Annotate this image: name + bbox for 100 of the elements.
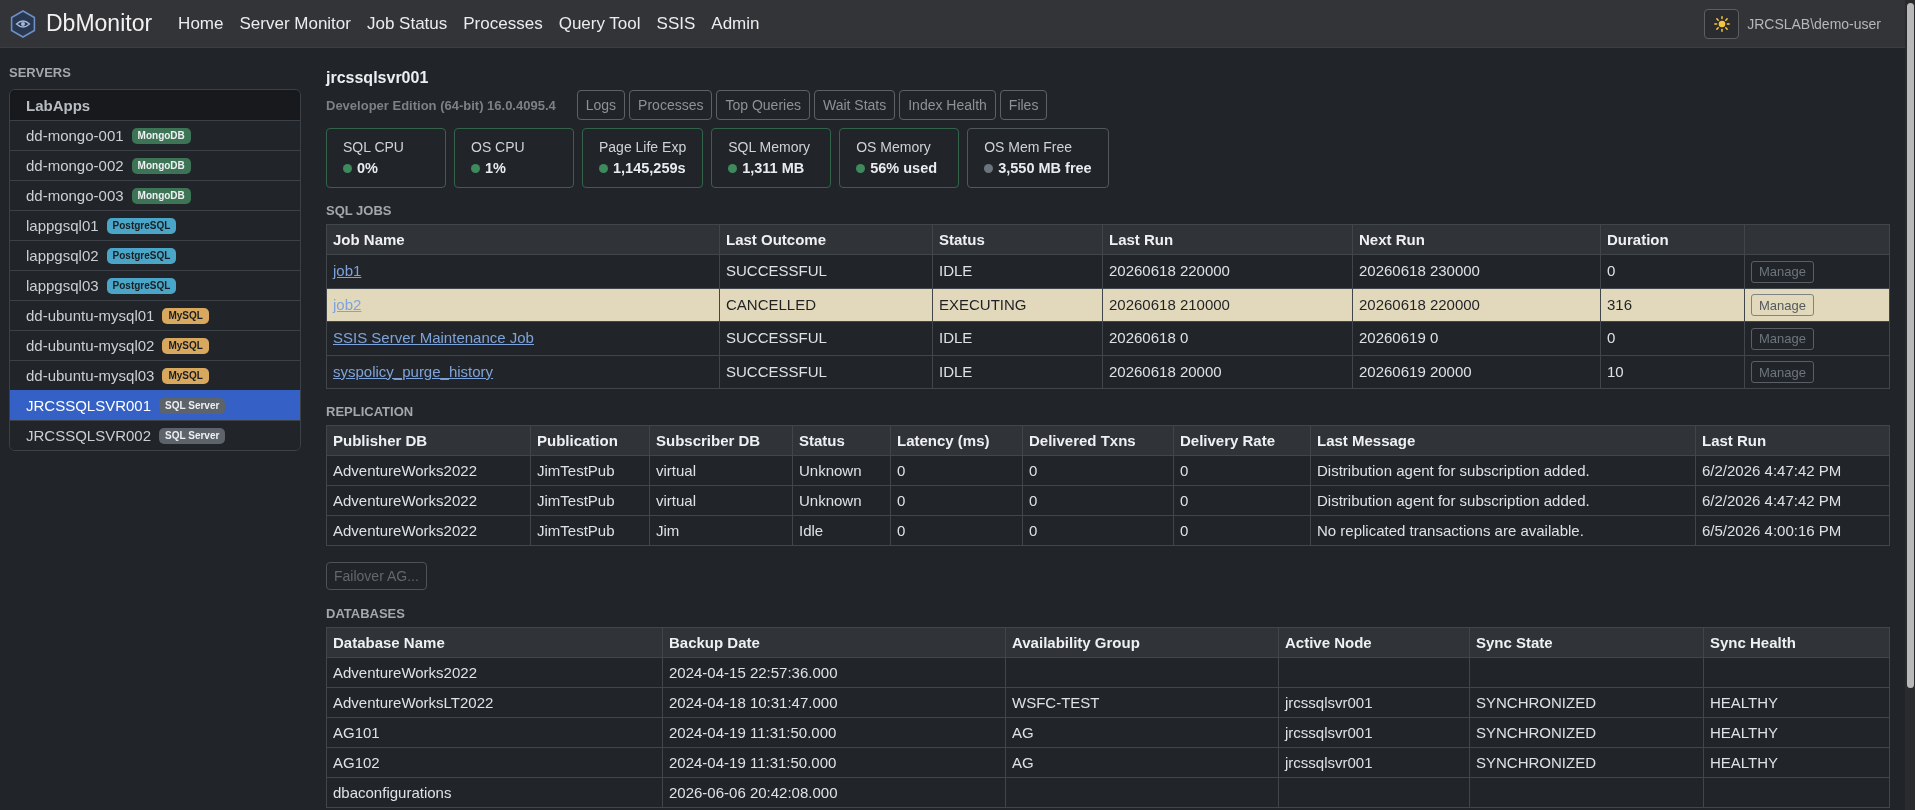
table-cell: 20260618 210000 — [1102, 288, 1353, 322]
column-header: Publisher DB — [326, 425, 531, 456]
table-cell: 20260618 220000 — [1102, 254, 1353, 288]
toolbar-button[interactable]: Logs — [576, 90, 626, 120]
nav-link[interactable]: SSIS — [648, 13, 704, 34]
nav-link[interactable]: Query Tool — [550, 13, 649, 34]
table-cell: 0 — [1022, 515, 1174, 546]
table-cell: AdventureWorks2022 — [326, 485, 531, 516]
nav-link[interactable]: Processes — [455, 13, 551, 34]
column-header: Subscriber DB — [649, 425, 793, 456]
table-cell: 20260618 230000 — [1352, 254, 1601, 288]
table-cell: 0 — [1173, 515, 1311, 546]
table-cell: 0 — [890, 455, 1023, 486]
scrollbar-thumb[interactable] — [1906, 3, 1914, 688]
server-type-badge: MySQL — [162, 307, 209, 324]
table-cell: WSFC-TEST — [1005, 687, 1279, 718]
toolbar-button[interactable]: Files — [999, 90, 1048, 120]
metric-label: OS CPU — [471, 139, 526, 156]
table-cell: Distribution agent for subscription added. — [1310, 455, 1696, 486]
table-cell: AdventureWorks2022 — [326, 657, 663, 688]
nav-link[interactable]: Home — [170, 13, 232, 34]
column-header: Status — [792, 425, 891, 456]
table-cell: 0 — [1022, 485, 1174, 516]
table-cell: AdventureWorks2022 — [326, 515, 531, 546]
table-cell: 0 — [1173, 455, 1311, 486]
job-link[interactable]: job1 — [333, 262, 362, 280]
server-type-badge: PostgreSQL — [106, 247, 177, 264]
table-cell: 10 — [1600, 355, 1745, 389]
sidebar-heading: SERVERS — [9, 65, 72, 81]
table-cell: SUCCESSFUL — [719, 254, 933, 288]
table-cell: dbaconfigurations — [326, 777, 663, 808]
column-header: Delivery Rate — [1173, 425, 1311, 456]
column-header: Database Name — [326, 627, 663, 658]
table-cell: virtual — [649, 455, 793, 486]
table-cell: 20260618 0 — [1102, 321, 1353, 355]
toolbar-button[interactable]: Top Queries — [716, 90, 810, 120]
table-cell: Distribution agent for subscription added. — [1310, 485, 1696, 516]
table-cell: 2024-04-19 11:31:50.000 — [662, 717, 1006, 748]
table-cell: IDLE — [932, 355, 1103, 389]
theme-toggle-button[interactable] — [1704, 8, 1740, 39]
table-cell: virtual — [649, 485, 793, 516]
column-header: Last Run — [1102, 224, 1353, 255]
server-item[interactable]: JRCSSQLSVR002 SQL Server — [10, 420, 300, 450]
table-cell: AG102 — [326, 747, 663, 778]
metric-value: 1,311 MB — [742, 159, 805, 177]
column-header: Delivered Txns — [1022, 425, 1174, 456]
column-header: Sync State — [1469, 627, 1704, 658]
metric-value: 3,550 MB free — [998, 159, 1092, 177]
table-cell: AG — [1005, 717, 1279, 748]
table-cell: 2024-04-18 10:31:47.000 — [662, 687, 1006, 718]
table-cell: 2024-04-15 22:57:36.000 — [662, 657, 1006, 688]
table-cell: Jim — [649, 515, 793, 546]
table-cell: 0 — [890, 485, 1023, 516]
column-header: Last Message — [1310, 425, 1696, 456]
section-heading: DATABASES — [326, 606, 406, 622]
table-cell: AdventureWorksLT2022 — [326, 687, 663, 718]
metric-value: 1,145,259s — [613, 159, 686, 177]
table-cell: 0 — [1600, 321, 1745, 355]
table-cell: IDLE — [932, 254, 1103, 288]
nav-link[interactable]: Server Monitor — [231, 13, 359, 34]
section-heading: SQL JOBS — [326, 203, 393, 219]
toolbar-button[interactable]: Processes — [629, 90, 713, 120]
table-cell: HEALTHY — [1703, 747, 1890, 778]
server-type-badge: MongoDB — [131, 157, 191, 174]
server-type-badge: MongoDB — [131, 187, 191, 204]
server-type-badge: MySQL — [162, 367, 209, 384]
metric-label: OS Memory — [856, 139, 932, 156]
table-cell: SYNCHRONIZED — [1469, 747, 1704, 778]
table-cell: 2024-04-19 11:31:50.000 — [662, 747, 1006, 778]
brand-name[interactable]: DbMonitor — [46, 10, 153, 37]
table-cell: SUCCESSFUL — [719, 355, 933, 389]
metric-label: SQL Memory — [728, 139, 812, 156]
table-cell: jrcssqlsvr001 — [1278, 687, 1470, 718]
table-cell: jrcssqlsvr001 — [1278, 747, 1470, 778]
column-header: Publication — [530, 425, 650, 456]
server-type-badge: MongoDB — [131, 127, 191, 144]
metric-label: SQL CPU — [343, 139, 405, 156]
table-cell: HEALTHY — [1703, 717, 1890, 748]
server-type-badge: SQL Server — [159, 397, 226, 414]
nav-link[interactable]: Admin — [703, 13, 768, 34]
table-cell: JimTestPub — [530, 485, 650, 516]
table-cell: Unknown — [792, 485, 891, 516]
table-cell: 0 — [890, 515, 1023, 546]
user-name: JRCSLAB\demo-user — [1747, 15, 1881, 32]
table-cell: 2026-06-06 20:42:08.000 — [662, 777, 1006, 808]
column-header: Backup Date — [662, 627, 1006, 658]
server-edition: Developer Edition (64-bit) 16.0.4095.4 — [326, 97, 556, 113]
table-cell: 0 — [1600, 254, 1745, 288]
column-header: Status — [932, 224, 1103, 255]
table-cell: AG — [1005, 747, 1279, 778]
server-item[interactable]: JRCSSQLSVR001 SQL Server — [10, 390, 300, 420]
table-cell: CANCELLED — [719, 288, 933, 322]
table-cell: Idle — [792, 515, 891, 546]
section-heading: REPLICATION — [326, 404, 415, 420]
table-cell: 0 — [1022, 455, 1174, 486]
table-cell: 20260618 220000 — [1352, 288, 1601, 322]
metric-value: 56% used — [870, 159, 938, 177]
toolbar-button[interactable]: Wait Stats — [813, 90, 896, 120]
toolbar-button[interactable]: Index Health — [899, 90, 996, 120]
nav-link[interactable]: Job Status — [358, 13, 456, 34]
